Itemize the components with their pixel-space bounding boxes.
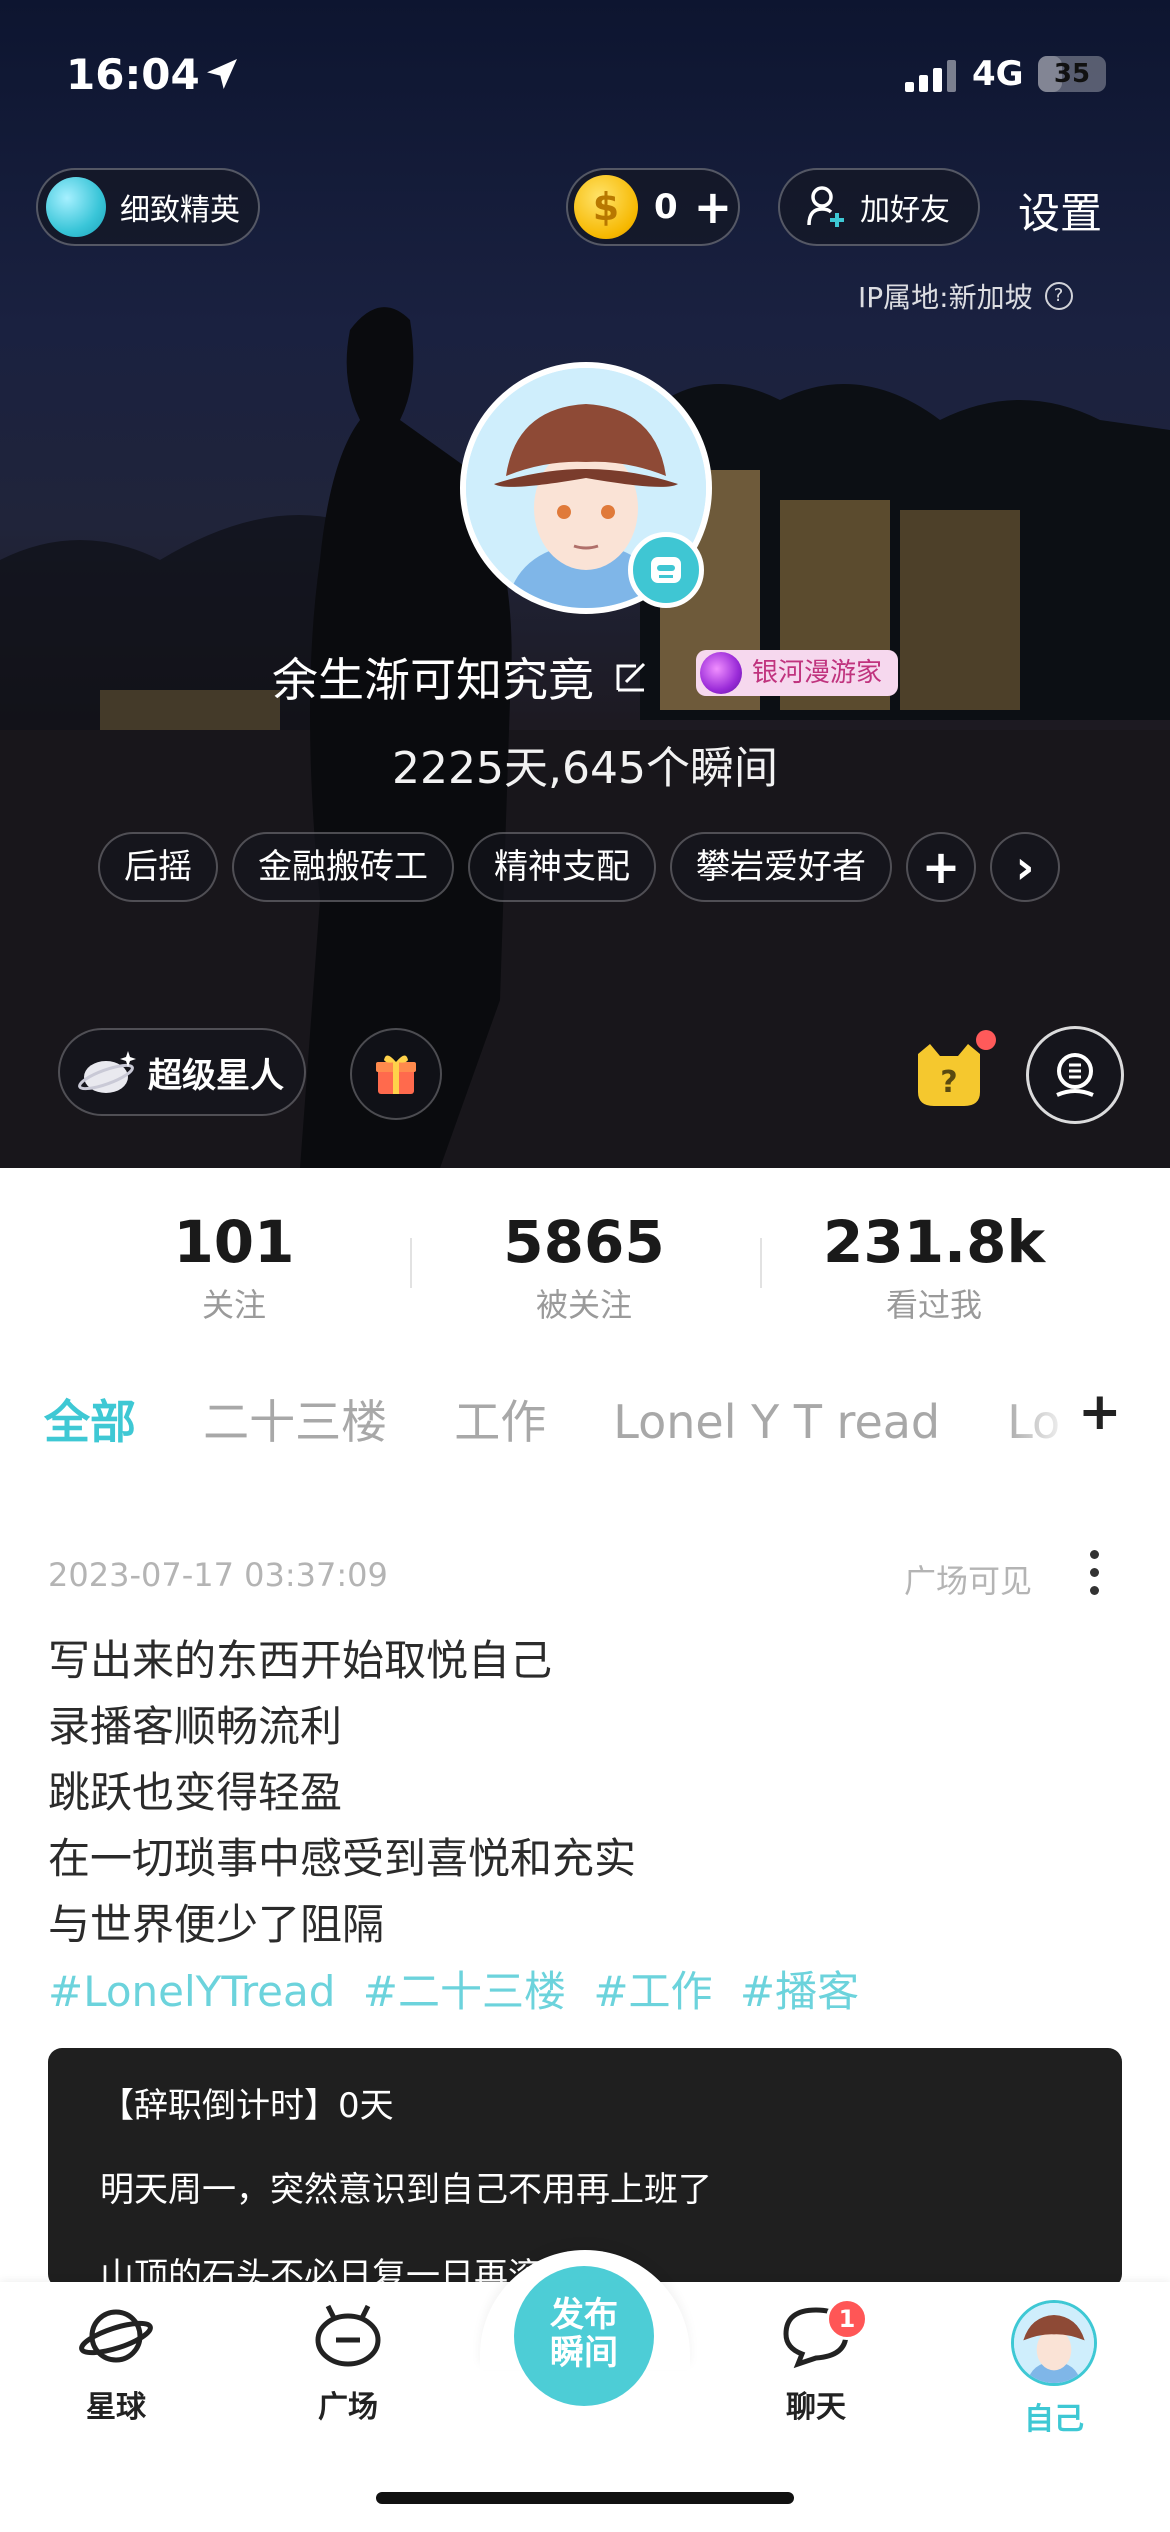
divider [410, 1238, 412, 1288]
galaxy-icon [700, 652, 742, 694]
more-options-icon[interactable] [1086, 1550, 1102, 1600]
hashtag-link[interactable]: #二十三楼 [363, 1967, 566, 2016]
nav-square[interactable]: 广场 [268, 2300, 428, 2426]
tag-chip[interactable]: 金融搬砖工 [232, 832, 454, 902]
svg-text:?: ? [940, 1065, 957, 1100]
super-planet-icon [78, 1051, 136, 1093]
nav-label: 广场 [318, 2390, 378, 2425]
add-coins-icon: + [693, 180, 733, 234]
profile-summary: 2225天,645个瞬间 [392, 743, 778, 794]
nav-chat[interactable]: 聊天 [736, 2300, 896, 2426]
stat-value: 101 [173, 1208, 295, 1276]
settings-button[interactable]: 设置 [1018, 180, 1102, 241]
add-friend-button[interactable]: 加好友 [778, 168, 980, 246]
gift-icon [376, 1055, 416, 1094]
nickname: 余生渐可知究竟 [272, 644, 652, 710]
nav-label: 星球 [86, 2390, 146, 2425]
more-tags-button[interactable]: › [990, 832, 1060, 902]
voice-button[interactable] [1026, 1026, 1124, 1124]
super-star-label: 超级星人 [148, 1055, 284, 1096]
tab-floor-23[interactable]: 二十三楼 [203, 1386, 387, 1452]
coin-icon: $ [574, 175, 638, 239]
nav-planet[interactable]: 星球 [36, 2300, 196, 2426]
stat-following[interactable]: 101 关注 [84, 1208, 384, 1326]
stats-row: 101 关注 5865 被关注 231.8k 看过我 [0, 1208, 1170, 1338]
unread-badge: 1 [826, 2298, 868, 2340]
add-tag-button[interactable]: + [906, 832, 976, 902]
quote-line: 明天周一，突然意识到自己不用再上班了 [100, 2170, 712, 2210]
battery-icon: 35 [1038, 56, 1106, 92]
divider [760, 1238, 762, 1288]
stat-visitors[interactable]: 231.8k 看过我 [784, 1208, 1084, 1326]
add-category-button[interactable]: + [1078, 1382, 1122, 1442]
hashtag-link[interactable]: #工作 [593, 1967, 712, 2016]
help-icon[interactable]: ? [1044, 282, 1073, 310]
coin-balance-button[interactable]: $ 0 + [566, 168, 740, 246]
notification-dot [976, 1030, 996, 1050]
avatar-robot-badge-icon [628, 532, 704, 608]
nav-me[interactable]: 自己 [974, 2300, 1134, 2438]
tag-list: 后摇 金融搬砖工 精神支配 攀岩爱好者 + › [98, 832, 1060, 902]
publish-label: 发布 瞬间 [550, 2295, 618, 2373]
hashtag-link[interactable]: #播客 [740, 1967, 859, 2016]
home-indicator [376, 2492, 794, 2504]
post-line: 与世界便少了阻隔 [48, 1900, 385, 1949]
coin-count: 0 [654, 187, 678, 227]
tab-lonely-tread[interactable]: Lonel Y T read [613, 1395, 940, 1449]
tag-chip[interactable]: 后摇 [98, 832, 218, 902]
tab-work[interactable]: 工作 [454, 1386, 546, 1452]
post-line: 录播客顺畅流利 [48, 1702, 343, 1751]
nav-label: 自己 [1024, 2402, 1084, 2437]
tag-chip[interactable]: 精神支配 [468, 832, 656, 902]
post-body: 写出来的东西开始取悦自己 录播客顺畅流利 跳跃也变得轻盈 在一切琐事中感受到喜悦… [48, 1628, 636, 1958]
profile-hero: 16:04 4G 35 细致精英 $ 0 + 加好友 设置 IP属地:新加坡 ? [0, 0, 1170, 1168]
add-friend-icon [807, 186, 844, 227]
voice-icon [1056, 1053, 1094, 1097]
ip-location: IP属地:新加坡 ? [858, 276, 1073, 316]
title-badge[interactable]: 银河漫游家 [696, 650, 899, 696]
post-line: 写出来的东西开始取悦自己 [48, 1636, 553, 1685]
planet-ball-icon [46, 177, 106, 237]
add-friend-label: 加好友 [860, 193, 950, 228]
me-avatar [1011, 2300, 1097, 2386]
stat-followers[interactable]: 5865 被关注 [434, 1208, 734, 1326]
gift-button[interactable] [350, 1028, 442, 1120]
edit-icon[interactable] [610, 656, 652, 698]
nav-label: 聊天 [786, 2390, 846, 2425]
status-time: 16:04 [66, 50, 200, 99]
stat-label: 看过我 [885, 1286, 982, 1324]
super-star-button[interactable]: 超级星人 [58, 1028, 306, 1116]
network-type: 4G [972, 54, 1024, 94]
tab-all[interactable]: 全部 [44, 1386, 136, 1452]
ip-location-text: IP属地:新加坡 [858, 281, 1033, 314]
post-hashtags: #LonelYTread #二十三楼 #工作 #播客 [48, 1958, 873, 2019]
post-line: 跳跃也变得轻盈 [48, 1768, 343, 1817]
publish-moment-button[interactable]: 发布 瞬间 [514, 2266, 654, 2406]
battery-level: 35 [1053, 59, 1091, 89]
stat-value: 231.8k [822, 1208, 1046, 1276]
user-level-button[interactable]: 细致精英 [36, 168, 260, 246]
stat-label: 关注 [201, 1286, 266, 1324]
stat-value: 5865 [503, 1208, 665, 1276]
tag-chip[interactable]: 攀岩爱好者 [670, 832, 892, 902]
planet-icon [79, 2309, 153, 2363]
title-badge-label: 银河漫游家 [752, 658, 883, 688]
nickname-text: 余生渐可知究竟 [272, 653, 594, 707]
user-level-label: 细致精英 [120, 193, 240, 228]
post-line: 在一切琐事中感受到喜悦和充实 [48, 1834, 637, 1883]
hashtag-link[interactable]: #LonelYTread [48, 1967, 335, 2016]
post-timestamp: 2023-07-17 03:37:09 [48, 1556, 388, 1594]
status-bar: 16:04 4G 35 [0, 44, 1170, 104]
category-tabs: 全部 二十三楼 工作 Lonel Y T read Lo [44, 1386, 1104, 1456]
stat-label: 被关注 [535, 1286, 632, 1324]
mystery-cat-icon[interactable]: ? [912, 1040, 986, 1108]
quote-title: 【辞职倒计时】0天 [100, 2086, 394, 2126]
location-arrow-icon [207, 59, 237, 89]
post-visibility: 广场可见 [904, 1562, 1033, 1600]
cell-signal-icon [905, 60, 956, 92]
square-icon [315, 2304, 381, 2367]
